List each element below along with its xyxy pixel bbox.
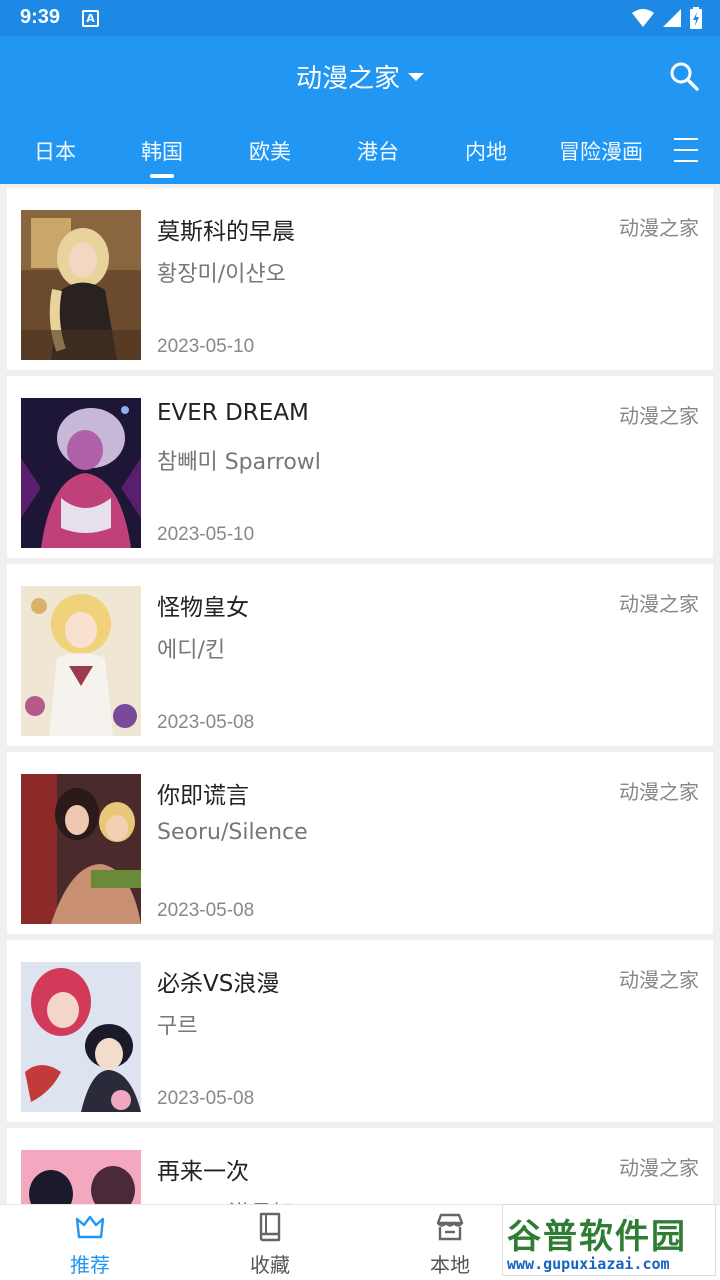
comic-title: 莫斯科的早晨: [157, 219, 295, 245]
nav-recommend[interactable]: 推荐: [0, 1205, 180, 1280]
tab-japan[interactable]: 日本: [34, 136, 76, 166]
caret-down-icon: [408, 72, 424, 81]
comic-title: 怪物皇女: [157, 595, 249, 621]
comic-card[interactable]: 你即谎言 Seoru/Silence 2023-05-08 动漫之家: [7, 752, 713, 934]
comic-source: 动漫之家: [619, 592, 699, 616]
nav-label: 收藏: [250, 1253, 290, 1277]
comic-source: 动漫之家: [619, 968, 699, 992]
status-time: 9:39: [20, 6, 61, 28]
comic-cover: [21, 586, 141, 736]
title-dropdown[interactable]: 动漫之家: [0, 58, 720, 95]
category-tabs: 日本 韩国 欧美 港台 内地 冒险漫画: [0, 128, 720, 184]
comic-author: 구르: [157, 1014, 198, 1039]
comic-source: 动漫之家: [619, 404, 699, 428]
comic-author: 참빼미 Sparrowl: [157, 450, 321, 475]
comic-date: 2023-05-08: [157, 900, 255, 921]
status-bar: 9:39 A: [0, 0, 720, 36]
comic-cover: [21, 774, 141, 924]
comic-card[interactable]: 怪物皇女 에디/킨 2023-05-08 动漫之家: [7, 564, 713, 746]
comic-card[interactable]: 莫斯科的早晨 황장미/이샨오 2023-05-10 动漫之家: [7, 188, 713, 370]
book-icon: [259, 1212, 281, 1242]
battery-charging-icon: [690, 7, 702, 29]
comic-card[interactable]: EVER DREAM 참빼미 Sparrowl 2023-05-10 动漫之家: [7, 376, 713, 558]
comic-source: 动漫之家: [619, 216, 699, 240]
wifi-icon: [632, 9, 654, 27]
signal-icon: [663, 9, 681, 27]
tab-korea[interactable]: 韩国: [141, 136, 183, 166]
tab-hk-taiwan[interactable]: 港台: [357, 136, 399, 166]
app-bar: 动漫之家 日本 韩国 欧美 港台 内地 冒险漫画: [0, 36, 720, 184]
comic-cover: [21, 398, 141, 548]
active-tab-indicator: [150, 174, 174, 178]
comic-title: 你即谎言: [157, 783, 249, 809]
watermark-logo: 谷普软件园 www.gupuxiazai.com: [502, 1204, 716, 1276]
search-icon[interactable]: [668, 60, 700, 92]
comic-title: EVER DREAM: [157, 400, 309, 426]
comic-author: 에디/킨: [157, 638, 226, 663]
nav-favorites[interactable]: 收藏: [180, 1205, 360, 1280]
comic-cover: [21, 1150, 141, 1204]
tab-mainland[interactable]: 内地: [465, 136, 507, 166]
comic-source: 动漫之家: [619, 1156, 699, 1180]
comic-date: 2023-05-08: [157, 1088, 255, 1109]
comic-date: 2023-05-10: [157, 336, 255, 357]
comic-card[interactable]: 再来一次 CHCH/洪承旭 动漫之家: [7, 1128, 713, 1204]
comic-title: 再来一次: [157, 1159, 249, 1185]
watermark-url: www.gupuxiazai.com: [507, 1255, 670, 1273]
store-icon: [436, 1213, 464, 1241]
watermark-text: 谷普软件园: [507, 1217, 687, 1257]
app-title: 动漫之家: [295, 64, 400, 94]
tab-europe-america[interactable]: 欧美: [249, 136, 291, 166]
comic-date: 2023-05-10: [157, 524, 255, 545]
comic-date: 2023-05-08: [157, 712, 255, 733]
comic-author: 황장미/이샨오: [157, 262, 286, 287]
crown-icon: [75, 1215, 105, 1239]
comic-author: Seoru/Silence: [157, 820, 308, 845]
status-icons: [632, 7, 702, 29]
menu-icon[interactable]: [674, 138, 700, 166]
comic-source: 动漫之家: [619, 780, 699, 804]
notification-icon: A: [82, 10, 99, 27]
comic-title: 必杀VS浪漫: [157, 971, 280, 997]
comic-cover: [21, 210, 141, 360]
comic-card[interactable]: 必杀VS浪漫 구르 2023-05-08 动漫之家: [7, 940, 713, 1122]
comic-cover: [21, 962, 141, 1112]
comic-author: CHCH/洪承旭: [157, 1196, 294, 1204]
comic-list: 莫斯科的早晨 황장미/이샨오 2023-05-10 动漫之家 EVER DREA…: [0, 184, 720, 1204]
tab-adventure[interactable]: 冒险漫画: [559, 136, 643, 166]
nav-label: 推荐: [70, 1253, 110, 1277]
